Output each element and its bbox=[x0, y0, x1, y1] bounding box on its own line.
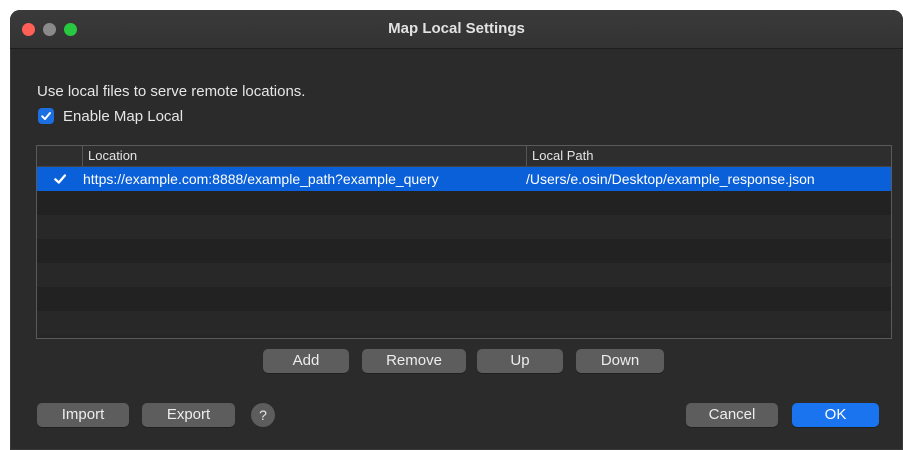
empty-row bbox=[37, 239, 891, 263]
description-text: Use local files to serve remote location… bbox=[37, 83, 306, 100]
empty-row bbox=[37, 311, 891, 335]
enable-map-local-label: Enable Map Local bbox=[63, 107, 184, 125]
ok-button[interactable]: OK bbox=[792, 403, 879, 427]
import-button[interactable]: Import bbox=[37, 403, 129, 427]
map-local-settings-window: Map Local Settings Use local files to se… bbox=[10, 10, 903, 450]
column-header-location[interactable]: Location bbox=[82, 146, 526, 166]
cancel-button[interactable]: Cancel bbox=[686, 403, 778, 427]
enable-map-local-checkbox[interactable]: Enable Map Local bbox=[38, 106, 183, 126]
empty-row bbox=[37, 215, 891, 239]
empty-row bbox=[37, 287, 891, 311]
table-header: Location Local Path bbox=[37, 146, 891, 167]
move-down-button[interactable]: Down bbox=[576, 349, 664, 373]
export-button[interactable]: Export bbox=[142, 403, 235, 427]
title-bar[interactable]: Map Local Settings bbox=[10, 10, 903, 49]
checkbox-checked-icon[interactable] bbox=[38, 108, 54, 124]
row-local-path: /Users/e.osin/Desktop/example_response.j… bbox=[526, 171, 815, 187]
row-location: https://example.com:8888/example_path?ex… bbox=[83, 171, 439, 187]
row-enabled-checkbox[interactable] bbox=[52, 171, 68, 187]
remove-button[interactable]: Remove bbox=[362, 349, 466, 373]
mappings-table: Location Local Path https://example.com:… bbox=[36, 145, 892, 339]
column-header-local-path[interactable]: Local Path bbox=[526, 146, 891, 166]
help-button[interactable]: ? bbox=[251, 403, 275, 427]
window-title: Map Local Settings bbox=[388, 20, 525, 37]
move-up-button[interactable]: Up bbox=[477, 349, 563, 373]
empty-row bbox=[37, 191, 891, 215]
add-button[interactable]: Add bbox=[263, 349, 349, 373]
empty-row bbox=[37, 263, 891, 287]
table-row[interactable]: https://example.com:8888/example_path?ex… bbox=[37, 167, 891, 191]
